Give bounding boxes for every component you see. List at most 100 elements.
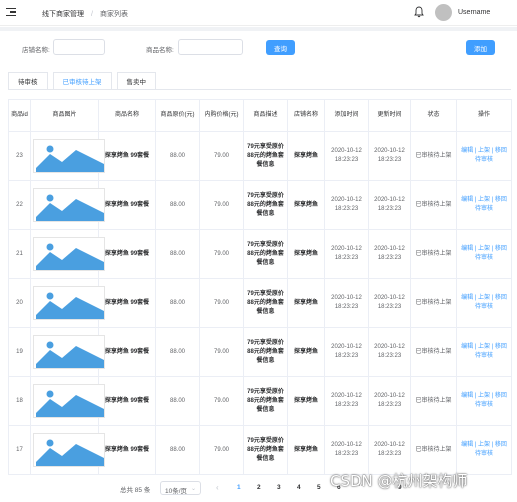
cell-original-price: 88.00 [155,131,200,181]
menu-fold-icon[interactable] [6,8,16,17]
pagination-total: 总共 85 条 [120,487,151,494]
breadcrumb-item-merchant-mgmt[interactable]: 线下商家管理 [42,11,84,18]
product-image [33,384,105,418]
cell-actions[interactable]: 编辑 | 上架 | 移回待审核 [456,229,512,279]
table-row: 21 探享烤鱼 99套餐 88.00 79.00 79元享受原价88元的烤鱼套餐信息 探享… [8,229,512,279]
product-table: 商品id 商品图片 商品名称 商品原价(元) 内购价格(元) 商品描述 店铺名称 添加时间 更新… [8,99,512,475]
page-size-select[interactable]: 10条/页 ⌄ [160,481,201,495]
add-button[interactable]: 添加 [466,40,495,55]
table-row: 17 探享烤鱼 99套餐 88.00 79.00 79元享受原价88元的烤鱼套餐信息 探享… [8,425,512,475]
page-5[interactable]: 5 [317,484,321,491]
cell-actions[interactable]: 编辑 | 上架 | 移回待审核 [456,131,512,181]
shop-name-input[interactable] [53,39,105,55]
column-header: 商品id [8,99,31,132]
cell-original-price: 88.00 [155,278,200,328]
page-4[interactable]: 4 [297,484,301,491]
cell-name: 探享烤鱼 99套餐 [98,327,156,377]
cell-id: 21 [8,229,31,279]
table-header-row: 商品id 商品图片 商品名称 商品原价(元) 内购价格(元) 商品描述 店铺名称 添加时间 更新… [8,99,512,132]
table-row: 19 探享烤鱼 99套餐 88.00 79.00 79元享受原价88元的烤鱼套餐信息 探享… [8,327,512,377]
search-button[interactable]: 查询 [266,40,295,55]
page-3[interactable]: 3 [277,484,281,491]
cell-price: 79.00 [199,180,244,230]
cell-image [30,278,105,328]
cell-status: 已审核待上架 [410,376,457,426]
cell-updated-time: 2020-10-12 18:23:23 [368,376,411,426]
breadcrumb-item-merchant-list: 商家列表 [99,11,128,18]
cell-status: 已审核待上架 [410,327,457,377]
breadcrumb-separator: / [91,11,93,18]
table-row: 22 探享烤鱼 99套餐 88.00 79.00 79元享受原价88元的烤鱼套餐信息 探享… [8,180,512,230]
cell-price: 79.00 [199,131,244,181]
column-header: 更新时间 [368,99,411,132]
cell-actions[interactable]: 编辑 | 上架 | 移回待审核 [456,278,512,328]
cell-name: 探享烤鱼 99套餐 [98,376,156,426]
cell-price: 79.00 [199,278,244,328]
cell-updated-time: 2020-10-12 18:23:23 [368,425,411,475]
product-name-input[interactable] [178,39,243,55]
cell-original-price: 88.00 [155,425,200,475]
cell-shop: 探享烤鱼 [287,327,325,377]
cell-actions[interactable]: 编辑 | 上架 | 移回待审核 [456,327,512,377]
image-placeholder-icon [36,436,104,466]
cell-name: 探享烤鱼 99套餐 [98,229,156,279]
tab-pending-review[interactable]: 待审核 [8,72,48,90]
tab-on-sale[interactable]: 售卖中 [116,72,156,90]
column-header: 商品名称 [98,99,156,132]
page-size-value: 10条/页 [165,488,188,495]
shop-name-label: 店铺名称: [22,47,50,54]
tab-approved-pending-listing[interactable]: 已审核待上架 [52,72,112,90]
cell-description: 79元享受原价88元的烤鱼套餐信息 [243,180,288,230]
product-image [33,188,105,222]
cell-actions[interactable]: 编辑 | 上架 | 移回待审核 [456,376,512,426]
cell-status: 已审核待上架 [410,229,457,279]
cell-id: 23 [8,131,31,181]
cell-shop: 探享烤鱼 [287,180,325,230]
cell-added-time: 2020-10-12 18:23:23 [324,180,369,230]
product-name-label: 商品名称: [146,47,174,54]
cell-image [30,376,105,426]
cell-shop: 探享烤鱼 [287,376,325,426]
cell-description: 79元享受原价88元的烤鱼套餐信息 [243,131,288,181]
image-placeholder-icon [36,387,104,417]
page-1[interactable]: 1 [237,484,241,491]
avatar[interactable] [435,4,452,21]
image-placeholder-icon [36,338,104,368]
product-image [33,433,105,467]
cell-description: 79元享受原价88元的烤鱼套餐信息 [243,278,288,328]
cell-added-time: 2020-10-12 18:23:23 [324,376,369,426]
cell-name: 探享烤鱼 99套餐 [98,425,156,475]
tabs-divider [8,89,511,90]
cell-added-time: 2020-10-12 18:23:23 [324,131,369,181]
cell-added-time: 2020-10-12 18:23:23 [324,278,369,328]
table-row: 20 探享烤鱼 99套餐 88.00 79.00 79元享受原价88元的烤鱼套餐信息 探享… [8,278,512,328]
top-header: 线下商家管理 / 商家列表 Username [0,0,517,26]
cell-actions[interactable]: 编辑 | 上架 | 移回待审核 [456,180,512,230]
header-divider [0,27,517,31]
cell-added-time: 2020-10-12 18:23:23 [324,327,369,377]
cell-status: 已审核待上架 [410,180,457,230]
status-tabs: 待审核 已审核待上架 售卖中 [8,72,161,90]
table-row: 23 探享烤鱼 99套餐 88.00 79.00 79元享受原价88元的烤鱼套餐信息 探享… [8,131,512,181]
cell-description: 79元享受原价88元的烤鱼套餐信息 [243,229,288,279]
cell-original-price: 88.00 [155,327,200,377]
cell-id: 17 [8,425,31,475]
cell-id: 22 [8,180,31,230]
bell-icon[interactable] [414,6,424,18]
cell-id: 20 [8,278,31,328]
column-header: 商品图片 [30,99,99,132]
column-header: 商品原价(元) [155,99,200,132]
cell-original-price: 88.00 [155,180,200,230]
cell-status: 已审核待上架 [410,425,457,475]
cell-description: 79元享受原价88元的烤鱼套餐信息 [243,425,288,475]
chevron-left-icon[interactable]: ‹ [216,483,219,492]
cell-price: 79.00 [199,229,244,279]
cell-shop: 探享烤鱼 [287,425,325,475]
username[interactable]: Username [458,9,490,16]
cell-actions[interactable]: 编辑 | 上架 | 移回待审核 [456,425,512,475]
cell-original-price: 88.00 [155,376,200,426]
cell-id: 19 [8,327,31,377]
cell-price: 79.00 [199,327,244,377]
image-placeholder-icon [36,289,104,319]
page-2[interactable]: 2 [257,484,261,491]
